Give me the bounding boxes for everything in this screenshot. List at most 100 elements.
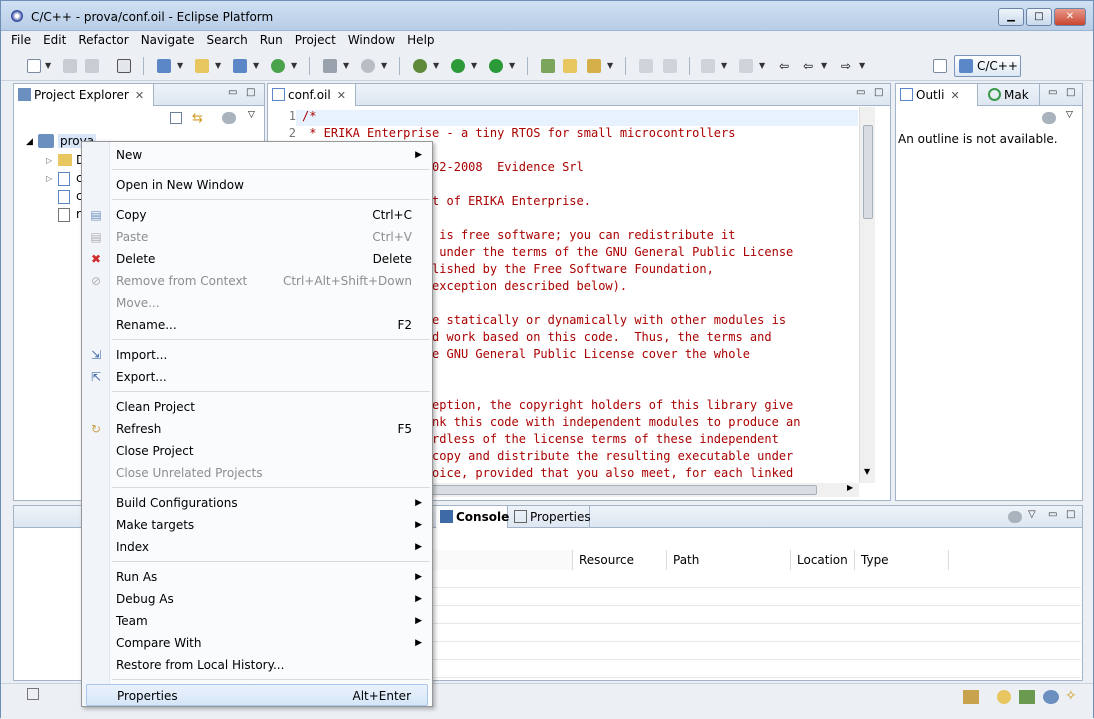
- menu-window[interactable]: Window: [342, 31, 401, 49]
- minimize-view-icon[interactable]: ▭: [228, 87, 237, 98]
- link-editor-icon[interactable]: ⇆: [192, 111, 203, 126]
- new-dropdown-icon[interactable]: ▼: [45, 61, 51, 70]
- tab-console[interactable]: Console: [436, 506, 509, 528]
- tab-conf-oil[interactable]: conf.oil ✕: [268, 84, 356, 106]
- menu-item-make-targets[interactable]: Make targets ▶: [82, 514, 432, 536]
- menu-item-close-unrelated-projects[interactable]: Close Unrelated Projects: [82, 462, 432, 484]
- minimize-view-icon[interactable]: ▭: [1048, 509, 1057, 520]
- open-element-icon[interactable]: [561, 57, 579, 75]
- menu-search[interactable]: Search: [201, 31, 254, 49]
- view-menu-icon[interactable]: ▽: [1028, 509, 1036, 520]
- print-icon[interactable]: [83, 57, 101, 75]
- close-button[interactable]: ✕: [1054, 8, 1086, 26]
- dropdown-icon[interactable]: ▼: [759, 61, 765, 70]
- minimize-button[interactable]: ▁: [998, 8, 1024, 26]
- menu-item-clean-project[interactable]: Clean Project: [82, 396, 432, 418]
- dropdown-icon[interactable]: ▼: [215, 61, 221, 70]
- open-perspective-icon[interactable]: [931, 57, 949, 75]
- view-menu-group-icon[interactable]: [1042, 112, 1056, 124]
- menu-item-new[interactable]: New ▶: [82, 144, 432, 166]
- forward-icon[interactable]: ⇨: [837, 57, 855, 75]
- column-location[interactable]: Location: [791, 550, 855, 570]
- menu-item-debug-as[interactable]: Debug As ▶: [82, 588, 432, 610]
- new-folder-icon[interactable]: [193, 57, 211, 75]
- menu-run[interactable]: Run: [254, 31, 289, 49]
- build-hammer-icon[interactable]: [321, 57, 339, 75]
- dropdown-icon[interactable]: ▼: [253, 61, 259, 70]
- scroll-down-icon[interactable]: ▼: [864, 467, 870, 476]
- view-menu-icon[interactable]: ▽: [1066, 110, 1073, 120]
- menu-refactor[interactable]: Refactor: [72, 31, 134, 49]
- close-icon[interactable]: ✕: [950, 89, 959, 102]
- search-flashlight-icon[interactable]: [585, 57, 603, 75]
- fast-view-icon[interactable]: [27, 688, 39, 700]
- new-c-project-icon[interactable]: [155, 57, 173, 75]
- scroll-right-icon[interactable]: ▶: [847, 483, 853, 492]
- menu-item-compare-with[interactable]: Compare With ▶: [82, 632, 432, 654]
- new-icon[interactable]: [25, 57, 43, 75]
- tab-make[interactable]: Mak: [984, 84, 1040, 106]
- dropdown-icon[interactable]: ▼: [433, 61, 439, 70]
- debug-icon[interactable]: [411, 57, 429, 75]
- editor-vertical-scrollbar[interactable]: ▼: [859, 107, 875, 483]
- menu-navigate[interactable]: Navigate: [135, 31, 201, 49]
- menu-item-index[interactable]: Index ▶: [82, 536, 432, 558]
- dropdown-icon[interactable]: ▼: [343, 61, 349, 70]
- maximize-button[interactable]: □: [1026, 8, 1052, 26]
- menu-item-restore-from-local-history[interactable]: Restore from Local History...: [82, 654, 432, 676]
- dropdown-icon[interactable]: ▼: [721, 61, 727, 70]
- maximize-view-icon[interactable]: □: [874, 87, 883, 98]
- dropdown-icon[interactable]: ▼: [859, 61, 865, 70]
- menu-item-move[interactable]: Move...: [82, 292, 432, 314]
- progress-icon[interactable]: [963, 690, 979, 704]
- run-icon[interactable]: [449, 57, 467, 75]
- toggle-block-icon[interactable]: [661, 57, 679, 75]
- scrollbar-thumb[interactable]: [863, 125, 873, 219]
- open-type-icon[interactable]: [539, 57, 557, 75]
- search-icon[interactable]: [997, 690, 1011, 704]
- tab-project-explorer[interactable]: Project Explorer ✕: [14, 84, 154, 106]
- menu-project[interactable]: Project: [289, 31, 342, 49]
- save-icon[interactable]: [61, 57, 79, 75]
- last-edit-icon[interactable]: ⇦: [775, 57, 793, 75]
- view-menu-group-icon[interactable]: [222, 112, 236, 124]
- expand-triangle-icon[interactable]: ◢: [26, 137, 33, 147]
- editor-horizontal-scrollbar[interactable]: ▶: [431, 483, 859, 497]
- dropdown-icon[interactable]: ▼: [821, 61, 827, 70]
- menu-item-copy[interactable]: ▤ Copy Ctrl+C: [82, 204, 432, 226]
- minimize-view-icon[interactable]: ▭: [1048, 87, 1057, 98]
- menu-item-team[interactable]: Team ▶: [82, 610, 432, 632]
- column-type[interactable]: Type: [855, 550, 949, 570]
- dropdown-icon[interactable]: ▼: [471, 61, 477, 70]
- menu-item-delete[interactable]: ✖ Delete Delete: [82, 248, 432, 270]
- dropdown-icon[interactable]: ▼: [607, 61, 613, 70]
- menu-item-export[interactable]: ⇱ Export...: [82, 366, 432, 388]
- build-config-icon[interactable]: [359, 57, 377, 75]
- menu-item-paste[interactable]: ▤ Paste Ctrl+V: [82, 226, 432, 248]
- external-tools-icon[interactable]: [487, 57, 505, 75]
- maximize-view-icon[interactable]: □: [1066, 509, 1075, 520]
- perspective-button[interactable]: C/C++: [954, 55, 1021, 77]
- expand-icon[interactable]: ▷: [46, 156, 52, 165]
- menu-item-close-project[interactable]: Close Project: [82, 440, 432, 462]
- new-source-icon[interactable]: [231, 57, 249, 75]
- tab-properties[interactable]: Properties: [510, 506, 591, 528]
- view-menu-group-icon[interactable]: [1008, 511, 1022, 523]
- menu-item-remove-from-context[interactable]: ⊘ Remove from Context Ctrl+Alt+Shift+Down: [82, 270, 432, 292]
- collapse-all-icon[interactable]: [170, 112, 182, 124]
- menu-file[interactable]: File: [1, 31, 37, 49]
- menu-item-properties[interactable]: Properties Alt+Enter: [86, 684, 428, 706]
- next-annotation-icon[interactable]: [699, 57, 717, 75]
- binary-icon[interactable]: [115, 57, 133, 75]
- menu-item-refresh[interactable]: ↻ Refresh F5: [82, 418, 432, 440]
- new-class-icon[interactable]: [269, 57, 287, 75]
- expand-icon[interactable]: ▷: [46, 174, 52, 183]
- dropdown-icon[interactable]: ▼: [381, 61, 387, 70]
- view-menu-icon[interactable]: ▽: [248, 110, 255, 120]
- scrollbar-thumb[interactable]: [431, 485, 817, 495]
- column-path[interactable]: Path: [667, 550, 791, 570]
- color-icon[interactable]: [1043, 690, 1059, 704]
- dropdown-icon[interactable]: ▼: [509, 61, 515, 70]
- menu-edit[interactable]: Edit: [37, 31, 72, 49]
- menu-item-rename[interactable]: Rename... F2: [82, 314, 432, 336]
